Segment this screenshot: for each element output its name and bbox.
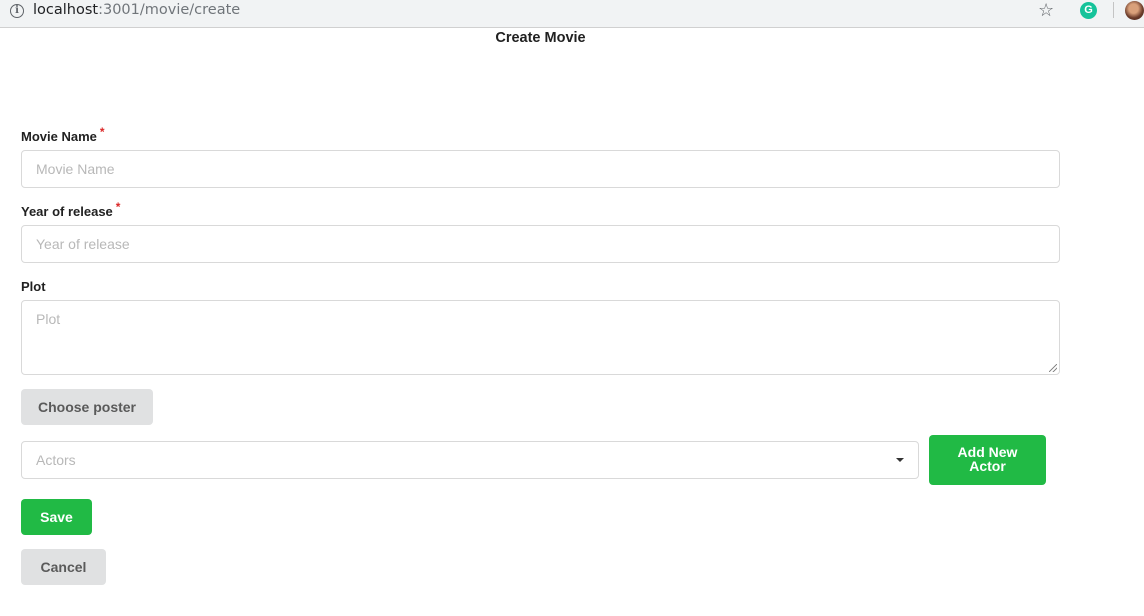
toolbar-divider [1113,2,1114,18]
year-label-text: Year of release [21,204,113,219]
year-placeholder: Year of release [36,236,130,252]
movie-name-input[interactable]: Movie Name [21,150,1060,188]
resize-grip-icon[interactable] [1049,364,1057,372]
plot-textarea[interactable]: Plot [21,300,1060,375]
year-input[interactable]: Year of release [21,225,1060,263]
movie-name-placeholder: Movie Name [36,161,115,177]
year-label: Year of release * [21,200,120,220]
movie-name-label-text: Movie Name [21,129,97,144]
actors-dropdown[interactable]: Actors [21,441,919,479]
page-title: Create Movie [495,30,586,46]
bookmark-star-icon[interactable]: ☆ [1038,0,1054,20]
movie-name-label: Movie Name * [21,125,105,145]
required-marker: * [99,125,105,139]
cancel-button[interactable]: Cancel [21,549,106,585]
browser-address-bar: i localhost:3001/movie/create ☆ G [0,0,1144,28]
url-field[interactable]: localhost:3001/movie/create [33,1,240,19]
save-button[interactable]: Save [21,499,92,535]
required-marker: * [115,200,121,214]
add-actor-label-line2: Actor [969,458,1006,474]
actors-placeholder: Actors [36,452,76,468]
dropdown-caret-icon [896,458,904,462]
add-actor-label-line1: Add New [957,444,1018,460]
url-path: :3001/movie/create [98,2,241,18]
grammarly-icon[interactable]: G [1080,2,1097,19]
profile-avatar[interactable] [1125,1,1144,20]
info-icon[interactable]: i [10,4,24,18]
choose-poster-button[interactable]: Choose poster [21,389,153,425]
url-host: localhost [33,2,99,18]
plot-label: Plot [21,279,46,294]
add-new-actor-button[interactable]: Add New Actor [929,435,1046,485]
plot-label-text: Plot [21,279,46,294]
plot-placeholder: Plot [36,311,61,327]
